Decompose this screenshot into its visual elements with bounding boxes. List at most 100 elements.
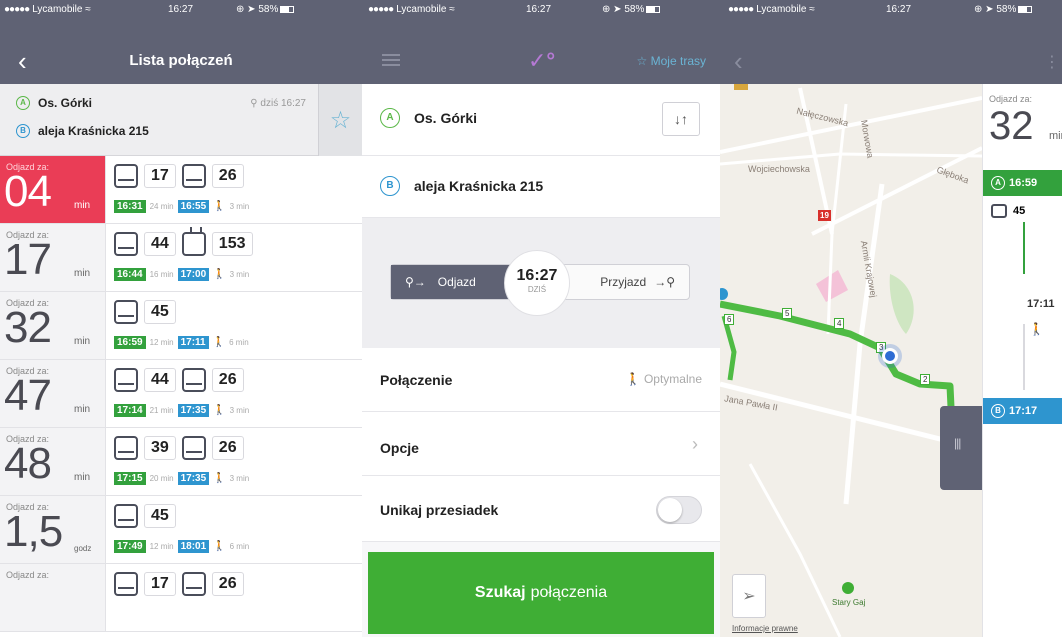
carrier-name: Lycamobile: [756, 4, 807, 15]
arrival-pin-icon: →⚲: [654, 275, 675, 289]
battery-icon: [280, 5, 295, 13]
trip-duration: 16 min: [149, 270, 174, 279]
arrive-time: 17:35: [177, 404, 210, 417]
walk-icon: 🚶: [213, 269, 226, 280]
options-row[interactable]: Opcje ›: [362, 412, 720, 476]
star-icon: ☆: [636, 54, 648, 68]
line-number: 17: [144, 164, 176, 188]
line-number: 26: [211, 368, 244, 392]
walk-time: 3 min: [229, 474, 250, 483]
connection-row[interactable]: Odjazd za: 17 26: [0, 564, 362, 632]
depart-time: 17:49: [114, 540, 146, 553]
walk-icon: 🚶: [213, 541, 226, 552]
avoid-transfers-label: Unikaj przesiadek: [380, 502, 499, 518]
search-connection-button[interactable]: Szukaj połączenia: [368, 552, 714, 634]
line-number: 44: [144, 368, 176, 392]
origin-field[interactable]: A Os. Górki ↓↑: [362, 84, 720, 156]
walk-segment-line: [1023, 324, 1025, 390]
signal-icon: ●●●●●: [728, 4, 754, 15]
bus-icon: [114, 300, 138, 324]
bus-icon: [991, 204, 1007, 218]
connection-row[interactable]: Odjazd za: 47 min 44 26 17:14 21 min 17:…: [0, 360, 362, 428]
more-options-icon[interactable]: ⋮: [1044, 52, 1060, 72]
departure-value: 17: [4, 235, 52, 284]
hamburger-menu-icon[interactable]: [382, 54, 400, 66]
line-number: 45: [144, 300, 176, 324]
page-title: Lista połączeń: [129, 52, 233, 69]
battery-percent: 58%: [624, 4, 645, 15]
bus-icon: [181, 368, 206, 392]
walk-time: 3 min: [229, 202, 250, 211]
current-location-icon: [882, 348, 898, 364]
start-time-badge: A 16:59: [983, 170, 1062, 196]
map-marker-yellow: [734, 84, 748, 90]
panel-drag-handle[interactable]: [940, 406, 982, 490]
departure-unit: min: [74, 268, 91, 279]
point-a-badge: A: [16, 96, 30, 110]
origin-value: Os. Górki: [414, 110, 478, 126]
walk-icon: 🚶: [213, 201, 226, 212]
arrive-time: 17:00: [177, 268, 210, 281]
end-time: 17:17: [1009, 405, 1038, 417]
departure-label: Odjazd za:: [989, 94, 1033, 104]
map-view[interactable]: Nałęczowska Wojciechowska Głęboka Morwow…: [720, 84, 982, 637]
walking-person-icon: 🚶: [1029, 322, 1044, 336]
route-summary[interactable]: A Os. Górki ⚲ dziś 16:27 B aleja Kraśnic…: [0, 84, 362, 156]
my-trips-button[interactable]: ☆ Moje trasy: [637, 54, 706, 68]
bus-icon: [181, 572, 206, 596]
search-button-rest: połączenia: [530, 584, 608, 601]
time-picker[interactable]: 16:27 DZIŚ: [504, 250, 570, 316]
arrive-time: 18:01: [177, 540, 210, 553]
connection-row[interactable]: Odjazd za: 48 min 39 26 17:15 20 min 17:…: [0, 428, 362, 496]
connection-row[interactable]: Odjazd za: 32 min 45 16:59 12 min 17:11 …: [0, 292, 362, 360]
walk-time: 6 min: [229, 338, 249, 347]
battery-percent: 58%: [996, 4, 1017, 15]
connection-type-value: Optymalne: [643, 372, 702, 386]
departure-unit: godz: [74, 544, 92, 553]
point-a-badge: A: [991, 176, 1005, 190]
status-bar: ●●●●● Lycamobile ≈ 16:27 ⊕ ➤ 58%: [0, 0, 362, 20]
connection-row[interactable]: Odjazd za: 04 min 17 26 16:31 24 min 16:…: [0, 156, 362, 224]
connection-type-row[interactable]: Połączenie 🚶 Optymalne: [362, 348, 720, 412]
line-number: 39: [144, 436, 176, 460]
departure-unit: min: [74, 404, 91, 415]
avoid-transfers-toggle[interactable]: [656, 496, 702, 524]
walk-time: 3 min: [229, 406, 250, 415]
destination-value: aleja Kraśnicka 215: [414, 178, 544, 194]
swap-direction-button[interactable]: ↓↑: [662, 102, 700, 136]
trip-duration: 24 min: [149, 202, 174, 211]
route-map-screen: ●●●●● Lycamobile ≈ 16:27 ⊕ ➤ 58% ‹ ⋮ Nał…: [720, 0, 1062, 637]
chevron-right-icon: ›: [692, 434, 698, 454]
route-step: 2: [920, 374, 931, 385]
depart-option[interactable]: ⚲→ Odjazd: [391, 265, 511, 299]
battery-icon: [646, 5, 661, 13]
destination-field[interactable]: B aleja Kraśnicka 215: [362, 156, 720, 218]
search-form-screen: ●●●●● Lycamobile ≈ 16:27 ⊕ ➤ 58% ✓° ☆ Moj…: [362, 0, 720, 637]
status-time: 16:27: [168, 4, 194, 15]
bus-icon: [181, 164, 206, 188]
walk-icon: 🚶: [212, 337, 226, 348]
line-number: 153: [211, 232, 253, 256]
arrive-option[interactable]: Przyjazd →⚲: [569, 265, 689, 299]
selected-day: DZIŚ: [527, 285, 547, 294]
connection-row[interactable]: Odjazd za: 1,5 godz 45 17:49 12 min 18:0…: [0, 496, 362, 564]
back-chevron-icon[interactable]: ‹: [734, 48, 743, 74]
trip-duration: 12 min: [149, 338, 174, 347]
selected-time: 16:27: [516, 267, 558, 284]
status-bar: ●●●●● Lycamobile ≈ 16:27 ⊕ ➤ 58%: [720, 0, 1062, 20]
tree-poi-icon: [842, 582, 854, 594]
connection-row[interactable]: Odjazd za: 17 min 44 153 16:44 16 min 17…: [0, 224, 362, 292]
my-trips-label: Moje trasy: [650, 54, 706, 68]
arrive-time: 16:55: [177, 200, 210, 213]
app-logo-icon: ✓°: [528, 48, 556, 73]
options-label: Opcje: [380, 440, 419, 456]
point-b-badge: B: [380, 176, 400, 196]
tram-icon: [181, 227, 206, 256]
locate-me-button[interactable]: ➢: [732, 574, 766, 618]
departure-unit: min: [74, 200, 91, 211]
time-selector: ⚲→ Odjazd Przyjazd →⚲ 16:27 DZIŚ: [362, 218, 720, 348]
walk-icon: 🚶: [213, 473, 226, 484]
screenshot-composite: ●●●●● Lycamobile ≈ 16:27 ⊕ ➤ 58% ‹ Lista …: [0, 0, 1062, 637]
favorite-star-icon[interactable]: ☆: [318, 84, 362, 156]
legal-info-link[interactable]: Informacje prawne: [732, 624, 798, 633]
